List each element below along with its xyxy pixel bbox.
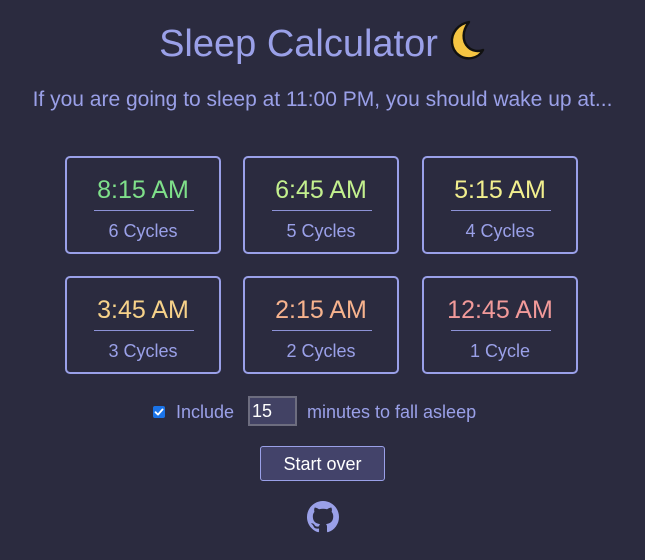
- start-over-button[interactable]: Start over: [260, 446, 385, 481]
- github-link[interactable]: [307, 501, 339, 533]
- include-label[interactable]: Include: [176, 400, 234, 424]
- wake-time: 2:15 AM: [275, 296, 367, 324]
- cycle-count: 1 Cycle: [469, 341, 531, 361]
- page-title: Sleep Calculator: [0, 18, 645, 74]
- wake-time: 6:45 AM: [275, 176, 367, 204]
- cycle-count: 2 Cycles: [286, 341, 356, 361]
- fall-asleep-options: Include minutes to fall asleep: [0, 396, 645, 428]
- cycle-count: 3 Cycles: [108, 341, 178, 361]
- include-checkbox[interactable]: [153, 406, 165, 418]
- cycle-count: 4 Cycles: [465, 221, 535, 241]
- moon-icon: [442, 18, 486, 74]
- wake-time-card: 6:45 AM 5 Cycles: [243, 156, 399, 254]
- wake-time: 12:45 AM: [447, 296, 553, 324]
- page-title-text: Sleep Calculator: [159, 23, 438, 65]
- card-divider: [94, 330, 194, 331]
- wake-time-card: 5:15 AM 4 Cycles: [422, 156, 578, 254]
- cycle-count: 5 Cycles: [286, 221, 356, 241]
- wake-time: 5:15 AM: [454, 176, 546, 204]
- checkmark-icon: [154, 408, 164, 416]
- card-divider: [94, 210, 194, 211]
- card-divider: [451, 330, 551, 331]
- wake-time-card: 8:15 AM 6 Cycles: [65, 156, 221, 254]
- minutes-label: minutes to fall asleep: [307, 402, 477, 422]
- wake-time-card: 2:15 AM 2 Cycles: [243, 276, 399, 374]
- minutes-input[interactable]: [248, 396, 297, 426]
- wake-time-card: 12:45 AM 1 Cycle: [422, 276, 578, 374]
- wake-time: 8:15 AM: [97, 176, 189, 204]
- wake-time-card: 3:45 AM 3 Cycles: [65, 276, 221, 374]
- cycle-count: 6 Cycles: [108, 221, 178, 241]
- wake-time: 3:45 AM: [97, 296, 189, 324]
- sleep-calculator-page: Sleep Calculator If you are going to sle…: [0, 0, 645, 560]
- github-icon: [307, 501, 339, 533]
- result-description: If you are going to sleep at 11:00 PM, y…: [32, 88, 613, 111]
- card-divider: [272, 330, 372, 331]
- card-divider: [451, 210, 551, 211]
- card-divider: [272, 210, 372, 211]
